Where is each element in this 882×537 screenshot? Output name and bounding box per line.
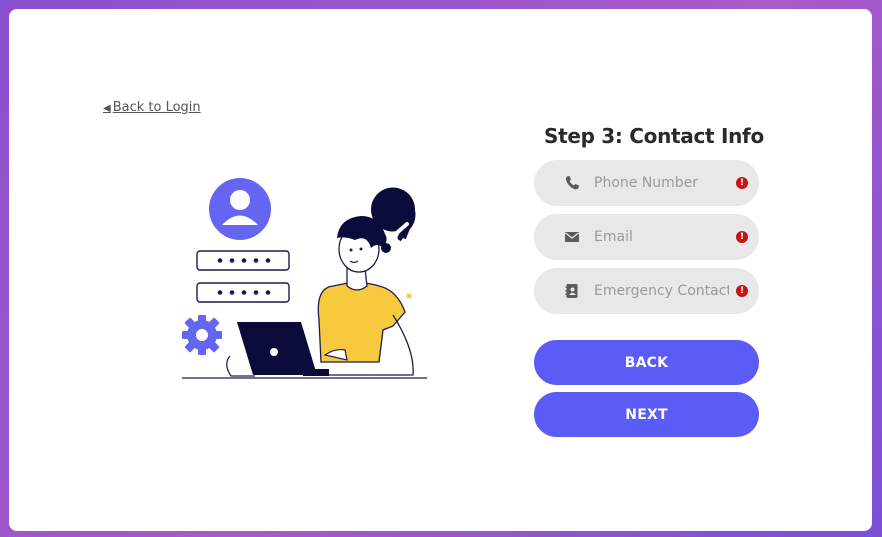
error-icon: ! bbox=[736, 177, 748, 189]
error-icon: ! bbox=[736, 285, 748, 297]
form-title: Step 3: Contact Info bbox=[544, 124, 764, 148]
back-to-login-link[interactable]: ◀ Back to Login bbox=[103, 100, 201, 115]
contact-book-icon bbox=[565, 284, 578, 298]
error-icon: ! bbox=[736, 231, 748, 243]
emergency-contact-field[interactable]: ! bbox=[534, 268, 759, 314]
back-to-login-label: Back to Login bbox=[112, 100, 201, 115]
gear-icon bbox=[182, 315, 222, 355]
phone-number-input[interactable] bbox=[594, 172, 729, 194]
login-illustration bbox=[182, 178, 427, 379]
next-button[interactable]: NEXT bbox=[534, 392, 759, 437]
password-field-icon bbox=[196, 250, 290, 303]
user-avatar-icon bbox=[209, 178, 271, 240]
phone-number-field[interactable]: ! bbox=[534, 160, 759, 206]
email-input[interactable] bbox=[594, 226, 729, 248]
emergency-contact-input[interactable] bbox=[594, 280, 729, 302]
back-arrow-icon: ◀ bbox=[103, 103, 111, 114]
back-button[interactable]: BACK bbox=[534, 340, 759, 385]
laptop-icon bbox=[226, 322, 329, 377]
email-field[interactable]: ! bbox=[534, 214, 759, 260]
phone-icon bbox=[565, 176, 579, 190]
envelope-icon bbox=[565, 232, 579, 242]
